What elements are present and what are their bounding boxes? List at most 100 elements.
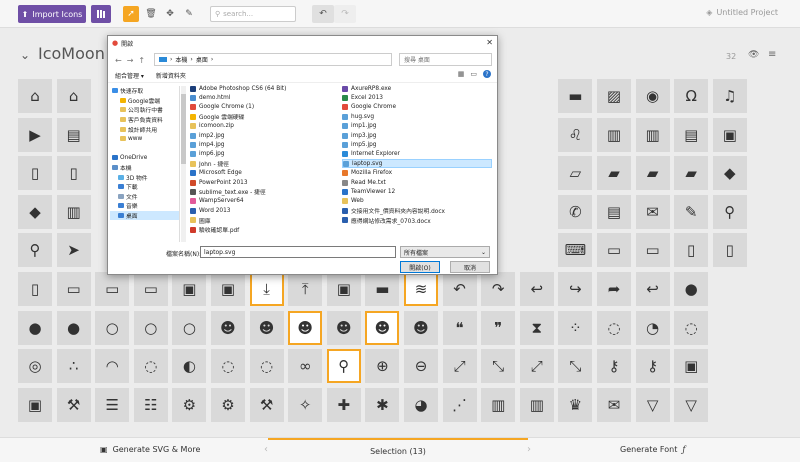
generate-font-button[interactable]: Generate Font ƒ <box>620 445 685 454</box>
file-item[interactable]: 交接用文件_價資料夾內容說明.docx <box>342 206 492 215</box>
user-minus-icon[interactable]: ☻ <box>326 310 361 345</box>
download-icon[interactable]: ⤓ <box>249 272 284 306</box>
barcode-icon[interactable]: ▥ <box>56 194 91 229</box>
file-item[interactable]: sublime_text.exe - 捷徑 <box>190 187 325 196</box>
file-item[interactable]: imp1.jpg <box>342 122 492 131</box>
file-item[interactable]: laptop.svg <box>342 159 492 169</box>
file-item[interactable]: Read Me.txt <box>342 178 492 187</box>
drive-icon[interactable]: ▬ <box>365 272 400 306</box>
spinner3-icon[interactable]: ◔ <box>635 310 670 345</box>
mic-icon[interactable]: ♌ <box>558 117 593 152</box>
collapse-chevron-icon[interactable]: ⌄ <box>20 48 30 62</box>
cog-icon[interactable]: ⚙ <box>172 387 207 422</box>
wrench-icon[interactable]: ⚒ <box>56 387 91 422</box>
camera-icon[interactable]: ◉ <box>635 79 670 113</box>
spinner2-icon[interactable]: ◌ <box>597 310 631 345</box>
folder-open-icon[interactable]: ▱ <box>558 156 593 191</box>
reply-icon[interactable]: ↩ <box>635 272 670 306</box>
bubbles4-icon[interactable]: ○ <box>172 310 207 345</box>
file-item[interactable]: imp6.jpg <box>190 150 325 159</box>
books-icon[interactable]: ▥ <box>597 117 631 152</box>
delete-tool-button[interactable]: 🗑 <box>143 6 159 22</box>
move-tool-button[interactable]: ✥ <box>162 6 178 22</box>
zoom-out-icon[interactable]: ⊖ <box>404 349 438 384</box>
filename-input[interactable]: laptop.svg <box>200 246 396 258</box>
file-item[interactable]: Google Chrome <box>342 103 492 112</box>
enlarge-icon[interactable]: ⤢ <box>442 349 477 384</box>
file-item[interactable]: Word 2013 <box>190 206 325 215</box>
equalizer-icon[interactable]: ☰ <box>95 387 130 422</box>
price-tag-icon[interactable]: ◆ <box>712 156 747 191</box>
file-item[interactable]: Excel 2013 <box>342 93 492 102</box>
nav-tree-item[interactable]: 客戶負責資料 <box>110 115 179 125</box>
lock-icon[interactable]: ▣ <box>674 349 709 384</box>
nav-tree-item[interactable]: 下載 <box>110 182 179 192</box>
database-icon[interactable]: ≋ <box>404 272 438 306</box>
zoom-in-icon[interactable]: ⊕ <box>365 349 400 384</box>
folder-download-icon[interactable]: ▰ <box>674 156 709 191</box>
bubbles3-icon[interactable]: ○ <box>133 310 168 345</box>
help-icon[interactable]: ? <box>483 70 491 78</box>
spinner5-icon[interactable]: ◎ <box>18 349 52 384</box>
file-item[interactable]: 圖庫 <box>190 216 325 225</box>
folder-minus-icon[interactable]: ▰ <box>635 156 670 191</box>
cancel-button[interactable]: 取消 <box>450 261 490 273</box>
unlocked-icon[interactable]: ▣ <box>18 387 52 422</box>
key-icon[interactable]: ⚷ <box>597 349 631 384</box>
library-button[interactable] <box>91 5 111 23</box>
enlarge2-icon[interactable]: ⤢ <box>519 349 554 384</box>
phone-icon[interactable]: ✆ <box>558 194 593 229</box>
key2-icon[interactable]: ⚷ <box>635 349 670 384</box>
address-bar[interactable]: › 本機 › 桌面 › <box>154 53 392 66</box>
nav-tree-item[interactable]: 3D 物件 <box>110 172 179 182</box>
stats-bars2-icon[interactable]: ▥ <box>519 387 554 422</box>
search-icon[interactable]: ⚲ <box>326 349 361 384</box>
library-icon[interactable]: ▥ <box>635 117 670 152</box>
stats-dots-icon[interactable]: ⋰ <box>442 387 477 422</box>
edit-tool-button[interactable]: ✎ <box>181 6 197 22</box>
redo2-icon[interactable]: ↪ <box>558 272 593 306</box>
file-item[interactable]: hug.svg <box>342 112 492 121</box>
file-item[interactable]: icomoon.zip <box>190 122 325 131</box>
mobile2-icon[interactable]: ▯ <box>712 233 747 268</box>
file-item[interactable]: AxureRP8.exe <box>342 84 492 93</box>
location2-icon[interactable]: ⚲ <box>18 233 52 268</box>
file-item[interactable]: WampServer64 <box>190 197 325 206</box>
bubble2-icon[interactable]: ○ <box>95 310 130 345</box>
hammer-icon[interactable]: ⚒ <box>249 387 284 422</box>
nav-tree-item[interactable]: 桌面 <box>110 210 179 221</box>
redo-icon[interactable]: ↷ <box>481 272 516 306</box>
box-add-icon[interactable]: ▣ <box>172 272 207 306</box>
magic-wand-icon[interactable]: ✧ <box>288 387 323 422</box>
nav-tree-item[interactable]: 音樂 <box>110 201 179 211</box>
user-plus-icon[interactable]: ☻ <box>288 310 323 345</box>
bubbles-icon[interactable]: ● <box>18 310 52 345</box>
selection-tab[interactable]: Selection (13) <box>268 438 528 462</box>
select-tool-button[interactable]: ➚ <box>123 6 139 22</box>
file-item[interactable]: PowerPoint 2013 <box>190 178 325 187</box>
nav-tree-item[interactable]: 設計師共用 <box>110 124 179 134</box>
path-segment-desktop[interactable]: 桌面 <box>196 55 208 64</box>
file-icon[interactable]: ▯ <box>18 156 52 191</box>
up-arrow-icon[interactable]: ↑ <box>138 56 145 65</box>
pushpin-icon[interactable]: ✎ <box>674 194 709 229</box>
film-icon[interactable]: ▤ <box>56 117 91 152</box>
file-item[interactable]: Google Chrome (1) <box>190 103 325 112</box>
forward-icon[interactable]: ➦ <box>597 272 631 306</box>
file-picture-icon[interactable]: ▯ <box>56 156 91 191</box>
bubble-icon[interactable]: ● <box>674 272 709 306</box>
path-segment-pc[interactable]: 本機 <box>175 55 187 64</box>
hamburger-menu-icon[interactable]: ≡ <box>768 49 776 60</box>
redo-button[interactable]: ↷ <box>334 5 356 23</box>
play-icon[interactable]: ▶ <box>18 117 52 152</box>
spinner11-icon[interactable]: ◌ <box>249 349 284 384</box>
gift-icon[interactable]: ✉ <box>597 387 631 422</box>
pie-chart-icon[interactable]: ◕ <box>404 387 438 422</box>
shrink-icon[interactable]: ⤡ <box>481 349 516 384</box>
file-item[interactable]: Adobe Photoshop CS6 (64 Bit) <box>190 84 325 93</box>
box-remove-icon[interactable]: ▣ <box>211 272 245 306</box>
file-item[interactable]: imp4.jpg <box>190 140 325 149</box>
address-book-icon[interactable]: ▤ <box>597 194 631 229</box>
home-icon[interactable]: ⌂ <box>18 79 52 113</box>
paint-roller-icon[interactable]: ▬ <box>558 79 593 113</box>
